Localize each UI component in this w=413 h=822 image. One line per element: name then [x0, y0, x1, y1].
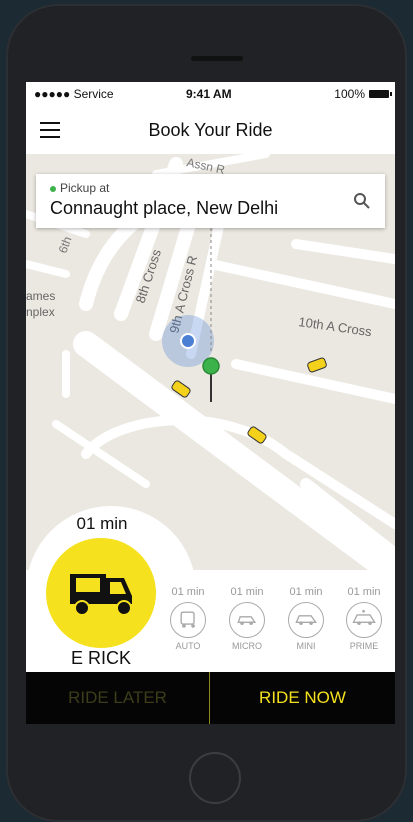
- carrier-label: ●●●●● Service: [34, 87, 114, 101]
- pickup-label: Pickup at: [60, 181, 110, 195]
- option-mini[interactable]: 01 min MINI: [281, 586, 331, 651]
- pickup-address[interactable]: Connaught place, New Delhi: [50, 198, 278, 219]
- selected-option-name: E RICK: [70, 648, 131, 668]
- auto-icon: [170, 602, 206, 638]
- clock: 9:41 AM: [186, 87, 232, 101]
- option-auto[interactable]: 01 min AUTO: [163, 586, 213, 651]
- prime-car-icon: [346, 602, 382, 638]
- erick-option-button[interactable]: [46, 538, 156, 648]
- option-micro[interactable]: 01 min MICRO: [222, 586, 272, 651]
- erick-icon: [70, 574, 132, 616]
- ride-now-button[interactable]: RIDE NOW: [210, 672, 395, 724]
- search-icon[interactable]: [353, 192, 371, 210]
- battery-percent: 100%: [334, 87, 365, 101]
- phone-speaker: [191, 56, 243, 61]
- current-location-dot: [180, 333, 196, 349]
- pickup-dot-icon: [50, 186, 56, 192]
- selected-option-eta: 01 min: [76, 514, 128, 533]
- map-label-james: ames: [26, 289, 55, 303]
- app-screen: ●●●●● Service 9:41 AM 100% Book Your Rid…: [26, 82, 395, 724]
- option-eta: 01 min: [289, 586, 323, 598]
- option-prime[interactable]: 01 min PRIME: [339, 586, 389, 651]
- map-label-complex: nplex: [26, 305, 55, 319]
- option-eta: 01 min: [347, 586, 381, 598]
- option-name: AUTO: [175, 641, 201, 651]
- page-title: Book Your Ride: [148, 120, 273, 140]
- option-name: PRIME: [349, 641, 379, 651]
- option-name: MINI: [296, 641, 316, 651]
- ride-later-button[interactable]: RIDE LATER: [26, 672, 209, 724]
- option-name: MICRO: [232, 641, 262, 651]
- option-eta: 01 min: [230, 586, 264, 598]
- battery-icon: [369, 90, 392, 98]
- pickup-search-box[interactable]: Pickup at Connaught place, New Delhi: [36, 174, 385, 228]
- status-bar: ●●●●● Service 9:41 AM 100%: [26, 82, 395, 106]
- home-button[interactable]: [189, 752, 241, 804]
- option-eta: 01 min: [171, 586, 205, 598]
- micro-car-icon: [229, 602, 265, 638]
- pickup-pin-icon: [202, 357, 220, 375]
- nav-bar: Book Your Ride: [26, 106, 395, 155]
- mini-car-icon: [288, 602, 324, 638]
- action-bar: RIDE LATER RIDE NOW: [26, 672, 395, 724]
